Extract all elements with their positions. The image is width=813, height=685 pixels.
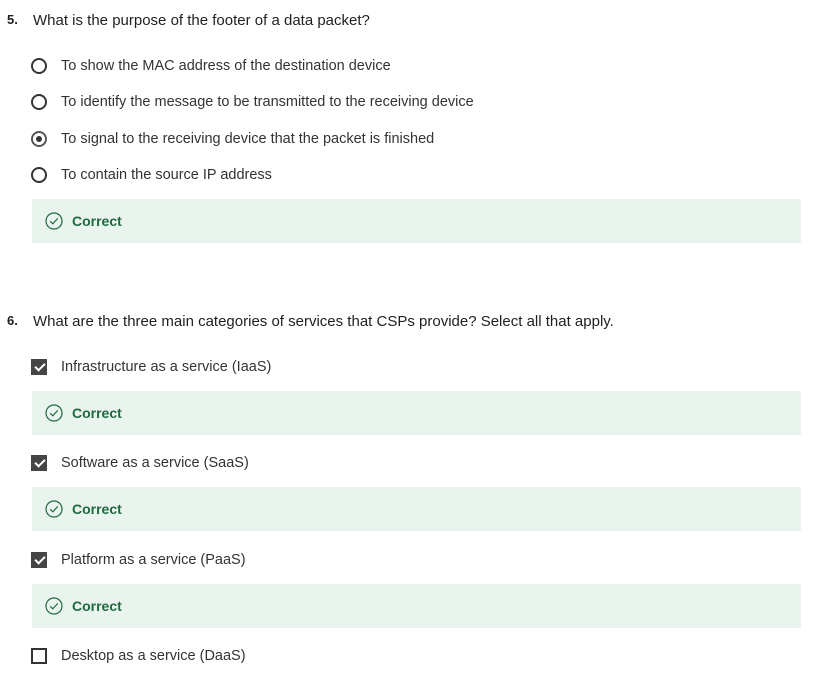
check-circle-icon xyxy=(45,404,63,422)
check-circle-icon xyxy=(45,597,63,615)
question-6-number: 6. xyxy=(7,313,18,328)
feedback-label: Correct xyxy=(72,213,122,229)
q6-option-3[interactable]: Platform as a service (PaaS) xyxy=(31,548,246,572)
option-label: To identify the message to be transmitte… xyxy=(61,94,474,110)
feedback-label: Correct xyxy=(72,501,122,517)
checkbox-unchecked[interactable] xyxy=(31,648,47,664)
radio-button[interactable] xyxy=(31,167,47,183)
q6-option-1-feedback: Correct xyxy=(32,391,801,435)
option-label: Desktop as a service (DaaS) xyxy=(61,648,246,664)
q6-option-4[interactable]: Desktop as a service (DaaS) xyxy=(31,644,246,668)
question-5-text: What is the purpose of the footer of a d… xyxy=(33,12,370,29)
q5-option-4[interactable]: To contain the source IP address xyxy=(31,163,272,187)
question-6-text: What are the three main categories of se… xyxy=(33,313,614,330)
q5-option-2[interactable]: To identify the message to be transmitte… xyxy=(31,90,474,114)
checkbox-checked[interactable] xyxy=(31,552,47,568)
checkbox-checked[interactable] xyxy=(31,359,47,375)
q5-option-3[interactable]: To signal to the receiving device that t… xyxy=(31,127,434,151)
q6-option-3-feedback: Correct xyxy=(32,584,801,628)
q6-option-1[interactable]: Infrastructure as a service (IaaS) xyxy=(31,355,271,379)
radio-button[interactable] xyxy=(31,58,47,74)
check-circle-icon xyxy=(45,500,63,518)
question-5-number: 5. xyxy=(7,12,18,27)
option-label: To signal to the receiving device that t… xyxy=(61,131,435,147)
q5-option-1[interactable]: To show the MAC address of the destinati… xyxy=(31,54,391,78)
q6-option-2[interactable]: Software as a service (SaaS) xyxy=(31,451,249,475)
radio-button[interactable] xyxy=(31,94,47,110)
option-label: Infrastructure as a service (IaaS) xyxy=(61,359,272,375)
option-label: To show the MAC address of the destinati… xyxy=(61,58,391,74)
q5-correct-feedback: Correct xyxy=(32,199,801,243)
option-label: Software as a service (SaaS) xyxy=(61,455,249,471)
option-label: Platform as a service (PaaS) xyxy=(61,552,246,568)
q6-option-2-feedback: Correct xyxy=(32,487,801,531)
checkbox-checked[interactable] xyxy=(31,455,47,471)
feedback-label: Correct xyxy=(72,405,122,421)
radio-button-selected[interactable] xyxy=(31,131,47,147)
check-circle-icon xyxy=(45,212,63,230)
feedback-label: Correct xyxy=(72,598,122,614)
option-label: To contain the source IP address xyxy=(61,167,272,183)
